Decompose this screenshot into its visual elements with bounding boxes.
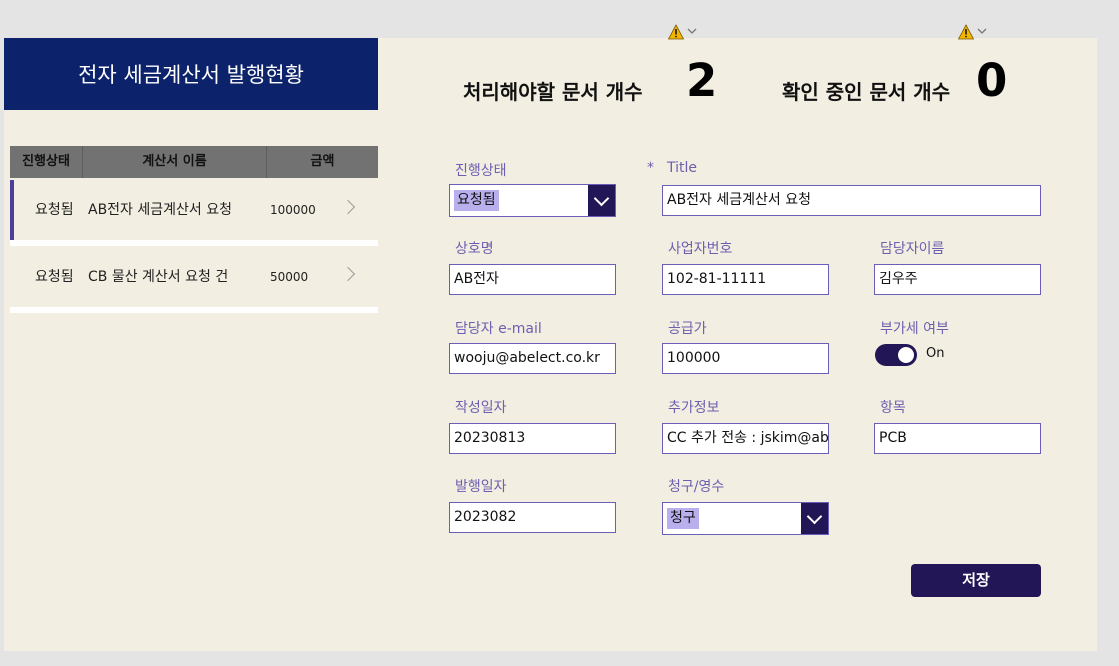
todo-count-label: 처리해야할 문서 개수 — [463, 80, 643, 104]
header-amount: 금액 — [310, 154, 335, 169]
header-status: 진행상태 — [22, 154, 70, 169]
issued-date-label: 발행일자 — [455, 479, 507, 495]
status-dropdown[interactable]: 요청됨 — [449, 184, 616, 217]
chevron-down-icon[interactable] — [588, 185, 615, 216]
page-title-text: 전자 세금계산서 발행현황 — [78, 63, 304, 87]
email-label: 담당자 e-mail — [455, 321, 542, 337]
supply-label: 공급가 — [668, 321, 707, 337]
review-count-value: 0 — [976, 54, 1008, 107]
page-title: 전자 세금계산서 발행현황 — [4, 38, 378, 110]
vat-label: 부가세 여부 — [880, 321, 949, 337]
status-label: 진행상태 — [455, 163, 507, 179]
item-label: 항목 — [880, 400, 906, 416]
toggle-knob — [898, 347, 914, 363]
warning-icon[interactable] — [668, 24, 700, 40]
biz-no-input[interactable]: 102-81-11111 — [662, 264, 829, 295]
claim-selected: 청구 — [667, 508, 699, 529]
manager-label: 담당자이름 — [880, 241, 945, 257]
gallery-row[interactable]: 요청됨 AB전자 세금계산서 요청 100000 — [10, 180, 378, 240]
created-date-label: 작성일자 — [455, 400, 507, 416]
row-status: 요청됨 — [35, 202, 74, 218]
chevron-down-icon[interactable] — [801, 503, 828, 534]
row-name: CB 물산 계산서 요청 건 — [88, 269, 229, 285]
created-date-input[interactable]: 20230813 — [449, 423, 616, 454]
row-amount: 100000 — [270, 203, 316, 217]
todo-count-value: 2 — [686, 54, 718, 107]
review-count-label: 확인 중인 문서 개수 — [782, 80, 951, 104]
header-name: 계산서 이름 — [142, 154, 207, 169]
item-input[interactable]: PCB — [874, 423, 1041, 454]
row-status: 요청됨 — [35, 269, 74, 285]
vat-toggle-state: On — [926, 346, 945, 361]
status-selected: 요청됨 — [454, 190, 499, 211]
extra-info-input[interactable]: CC 추가 전송 : jskim@abelect.co.kr — [662, 423, 829, 454]
gallery-header: 진행상태 계산서 이름 금액 — [10, 146, 378, 178]
company-label: 상호명 — [455, 241, 494, 257]
row-divider — [10, 240, 378, 246]
gallery-panel — [4, 38, 378, 651]
extra-info-label: 추가정보 — [668, 400, 720, 416]
gallery-row[interactable]: 요청됨 CB 물산 계산서 요청 건 50000 — [10, 247, 378, 307]
chevron-right-icon[interactable] — [340, 199, 356, 215]
claim-dropdown[interactable]: 청구 — [662, 502, 829, 535]
row-amount: 50000 — [270, 270, 309, 284]
row-name: AB전자 세금계산서 요청 — [88, 202, 233, 218]
save-button[interactable]: 저장 — [911, 564, 1041, 597]
supply-input[interactable]: 100000 — [662, 343, 829, 374]
email-input[interactable]: wooju@abelect.co.kr — [449, 343, 616, 374]
warning-icon[interactable] — [958, 24, 990, 40]
manager-input[interactable]: 김우주 — [874, 264, 1041, 295]
required-mark: * — [647, 160, 654, 176]
vat-toggle[interactable] — [875, 344, 917, 366]
claim-label: 청구/영수 — [668, 479, 725, 495]
company-input[interactable]: AB전자 — [449, 264, 616, 295]
title-input[interactable]: AB전자 세금계산서 요청 — [662, 185, 1041, 216]
biz-no-label: 사업자번호 — [668, 241, 733, 257]
title-label: Title — [667, 160, 698, 176]
issued-date-input[interactable]: 2023082 — [449, 502, 616, 533]
chevron-right-icon[interactable] — [340, 266, 356, 282]
row-divider — [10, 307, 378, 313]
